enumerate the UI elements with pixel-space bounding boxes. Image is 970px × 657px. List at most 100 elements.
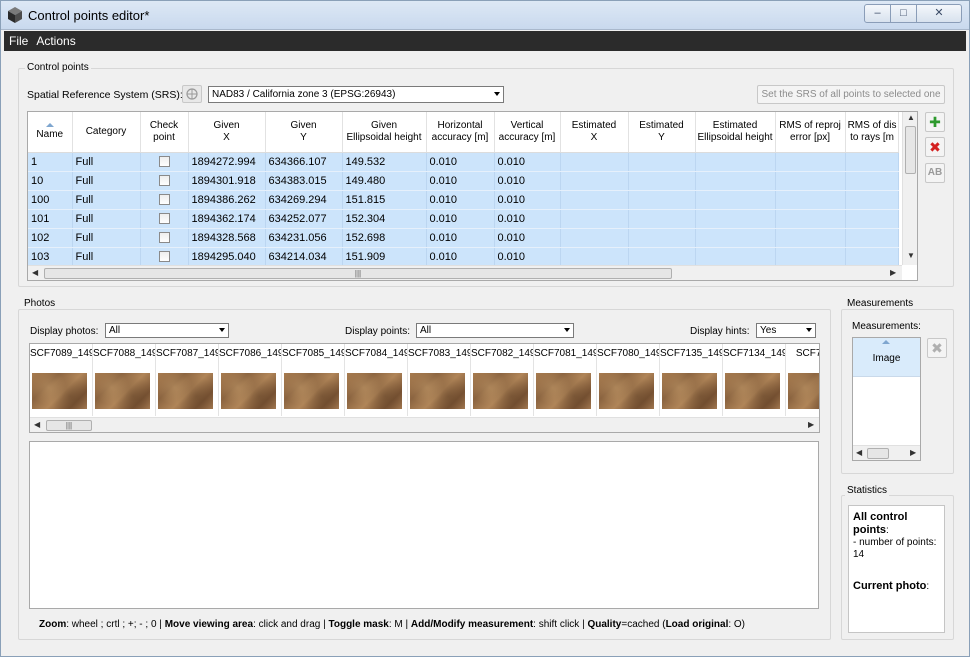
scroll-down-icon[interactable]: ▼: [907, 251, 915, 260]
photo-thumbnail[interactable]: SCF7085_149: [282, 345, 344, 415]
photo-thumbnail-name: SCF7085_149: [282, 348, 344, 359]
table-row[interactable]: 101 Full 1894362.174 634252.077 152.304 0.010…: [28, 209, 900, 229]
column-header[interactable]: Given Y: [265, 112, 343, 153]
column-header-label: Estimated: [571, 119, 617, 131]
remove-measurement-button[interactable]: ✖: [927, 338, 947, 358]
table-row[interactable]: 102 Full 1894328.568 634231.056 152.698 0.010…: [28, 228, 900, 248]
cell-name: 102: [28, 228, 73, 248]
photo-thumbnail[interactable]: SCF7080_149: [597, 345, 659, 415]
add-point-button[interactable]: ✚: [925, 112, 945, 132]
photo-thumbnail[interactable]: SCF7089_149: [30, 345, 92, 415]
photo-thumbnail-name: SCF7084_149: [345, 348, 407, 359]
close-button[interactable]: ✕: [916, 4, 962, 23]
table-row[interactable]: 10 Full 1894301.918 634383.015 149.480 0.010 0…: [28, 171, 900, 191]
check-point-checkbox[interactable]: [158, 194, 170, 206]
table-row[interactable]: 103 Full 1894295.040 634214.034 151.909 0.010…: [28, 247, 900, 267]
rename-point-button[interactable]: AB: [925, 163, 945, 183]
column-header[interactable]: Given Ellipsoidal height: [342, 112, 427, 153]
check-point-checkbox[interactable]: [158, 232, 170, 244]
set-srs-all-button[interactable]: Set the SRS of all points to selected on…: [757, 85, 945, 104]
scroll-up-icon[interactable]: ▲: [907, 113, 915, 122]
photo-thumbnail-image: [347, 373, 402, 409]
photos-group-label: Photos: [22, 298, 58, 309]
table-vscroll-thumb[interactable]: [905, 126, 916, 174]
table-hscroll-thumb[interactable]: |||: [44, 268, 672, 279]
check-point-checkbox[interactable]: [158, 251, 170, 263]
cell-category: Full: [72, 247, 141, 267]
scroll-left-icon[interactable]: ◀: [34, 420, 40, 429]
measurements-horizontal-scrollbar[interactable]: ◀ ▶: [853, 445, 920, 460]
table-horizontal-scrollbar[interactable]: ◀ ||| ▶: [28, 265, 902, 280]
measurements-column-header[interactable]: Image: [853, 338, 920, 377]
maximize-button[interactable]: □: [890, 4, 917, 23]
cell-rms-reproj: [775, 209, 846, 229]
scroll-right-icon[interactable]: ▶: [910, 448, 916, 457]
thumbnails-hscroll-thumb[interactable]: |||: [46, 420, 92, 431]
column-header[interactable]: Given X: [188, 112, 266, 153]
photo-thumbnail[interactable]: SCF7134_149: [723, 345, 785, 415]
chevron-down-icon: [219, 328, 225, 332]
photo-thumbnail[interactable]: SCF7086_149: [219, 345, 281, 415]
column-header[interactable]: RMS of dis to rays [m: [845, 112, 900, 153]
column-header[interactable]: Vertical accuracy [m]: [494, 112, 561, 153]
chevron-down-icon: [564, 328, 570, 332]
photo-thumbnail[interactable]: SCF7088_149: [93, 345, 155, 415]
photo-viewer[interactable]: [29, 441, 819, 609]
photo-thumbnail-name: SCF7087_149: [156, 348, 218, 359]
cell-est-x: [560, 209, 629, 229]
cell-h: 149.480: [342, 171, 427, 191]
column-header[interactable]: Check point: [140, 112, 189, 153]
column-header[interactable]: Estimated Y: [628, 112, 696, 153]
column-header[interactable]: Estimated Ellipsoidal height: [695, 112, 776, 153]
photo-thumbnail-name: SCF7083_149: [408, 348, 470, 359]
scroll-left-icon[interactable]: ◀: [856, 448, 862, 457]
thumbnails-horizontal-scrollbar[interactable]: ◀ ||| ▶: [30, 417, 819, 432]
table-row[interactable]: 1 Full 1894272.994 634366.107 149.532 0.010 0.…: [28, 152, 900, 172]
column-header-label: X: [590, 131, 598, 143]
photo-thumbnail[interactable]: SCF7087_149: [156, 345, 218, 415]
check-point-checkbox[interactable]: [158, 156, 170, 168]
window-title: Control points editor*: [28, 8, 150, 23]
display-hints-select[interactable]: Yes: [756, 323, 816, 338]
scroll-right-icon[interactable]: ▶: [808, 420, 814, 429]
measurements-list[interactable]: Image ◀ ▶: [852, 337, 921, 461]
column-header-label: Given: [213, 119, 240, 131]
column-header[interactable]: Estimated X: [560, 112, 629, 153]
column-header[interactable]: Horizontal accuracy [m]: [426, 112, 495, 153]
photo-thumbnail[interactable]: SCF7133: [786, 345, 819, 415]
column-header-label: Vertical: [510, 119, 544, 131]
scroll-right-icon[interactable]: ▶: [890, 268, 896, 277]
cell-rms-rays: [845, 171, 900, 191]
cell-rms-reproj: [775, 152, 846, 172]
measurements-hscroll-thumb[interactable]: [867, 448, 889, 459]
check-point-checkbox[interactable]: [158, 213, 170, 225]
cell-y: 634231.056: [265, 228, 343, 248]
table-row[interactable]: 100 Full 1894386.262 634269.294 151.815 0.010…: [28, 190, 900, 210]
photo-thumbnail[interactable]: SCF7081_149: [534, 345, 596, 415]
column-header[interactable]: Category: [72, 112, 141, 153]
photo-thumbnail[interactable]: SCF7135_149: [660, 345, 722, 415]
display-points-select[interactable]: All: [416, 323, 574, 338]
minimize-button[interactable]: –: [864, 4, 891, 23]
control-points-grid: Name Category Check point Given X Given Y Given E…: [28, 112, 900, 267]
table-vertical-scrollbar[interactable]: ▲ ▼: [902, 112, 917, 265]
column-header[interactable]: Name: [28, 112, 73, 153]
column-header[interactable]: RMS of reproj error [px]: [775, 112, 846, 153]
check-point-checkbox[interactable]: [158, 175, 170, 187]
menu-actions[interactable]: Actions: [31, 31, 78, 48]
photo-thumbnail[interactable]: SCF7082_149: [471, 345, 533, 415]
cell-est-y: [628, 209, 696, 229]
remove-point-button[interactable]: ✖: [925, 137, 945, 157]
photo-thumbnail-image: [599, 373, 654, 409]
photo-thumbnail[interactable]: SCF7084_149: [345, 345, 407, 415]
cell-hacc: 0.010: [426, 228, 495, 248]
srs-globe-button[interactable]: [182, 85, 202, 103]
column-header-label: Ellipsoidal height: [346, 131, 422, 143]
menu-file[interactable]: File: [4, 31, 31, 48]
scroll-left-icon[interactable]: ◀: [32, 268, 38, 277]
display-photos-select[interactable]: All: [105, 323, 229, 338]
sort-caret-icon: [45, 122, 54, 127]
photo-thumbnail[interactable]: SCF7083_149: [408, 345, 470, 415]
cell-y: 634252.077: [265, 209, 343, 229]
srs-select[interactable]: NAD83 / California zone 3 (EPSG:26943): [208, 86, 504, 103]
